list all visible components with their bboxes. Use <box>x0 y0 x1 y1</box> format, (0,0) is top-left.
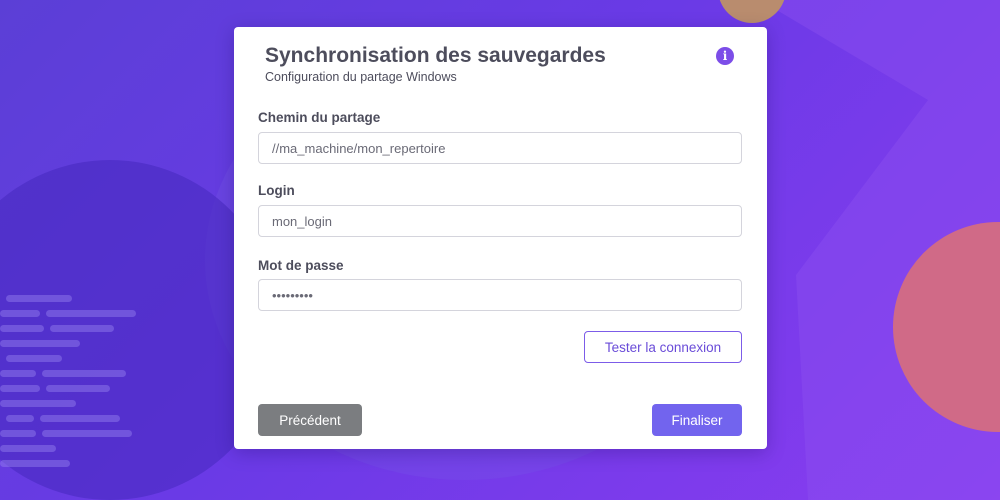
share-path-label: Chemin du partage <box>258 110 381 125</box>
background-code-lines <box>0 295 150 485</box>
login-input[interactable] <box>258 205 742 237</box>
sync-dialog: Synchronisation des sauvegardes Configur… <box>234 27 767 449</box>
password-input[interactable] <box>258 279 742 311</box>
share-path-input[interactable] <box>258 132 742 164</box>
info-icon[interactable]: i <box>716 47 734 65</box>
password-label: Mot de passe <box>258 258 344 273</box>
finish-button[interactable]: Finaliser <box>652 404 742 436</box>
test-connection-button[interactable]: Tester la connexion <box>584 331 742 363</box>
dialog-subtitle: Configuration du partage Windows <box>265 70 457 84</box>
background-circle-top <box>718 0 786 23</box>
login-label: Login <box>258 183 295 198</box>
previous-button[interactable]: Précédent <box>258 404 362 436</box>
dialog-title: Synchronisation des sauvegardes <box>265 44 606 67</box>
